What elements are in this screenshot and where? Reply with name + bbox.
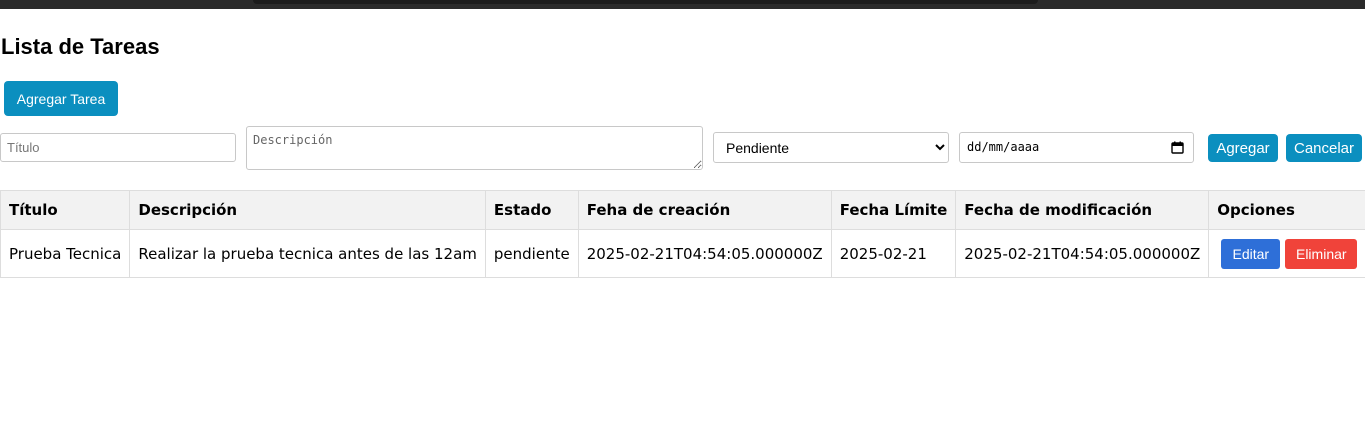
column-header-status: Estado [484,190,579,230]
table-header-row: Título Descripción Estado Feha de creaci… [0,190,1365,230]
column-header-description: Descripción [129,190,486,230]
column-header-due: Fecha Límite [830,190,957,230]
table-row: Prueba Tecnica Realizar la prueba tecnic… [0,229,1365,278]
browser-top-bar [0,0,1365,9]
tasks-table: Título Descripción Estado Feha de creaci… [0,190,1365,278]
column-header-options: Opciones [1208,190,1365,230]
cell-status: pendiente [484,229,579,278]
column-header-title: Título [0,190,131,230]
due-date-placeholder: dd/mm/aaaa [967,140,1040,154]
cell-title: Prueba Tecnica [0,229,131,278]
browser-top-bar-tab [253,0,1038,4]
cancel-button[interactable]: Cancelar [1286,134,1362,162]
cell-description: Realizar la prueba tecnica antes de las … [129,229,486,278]
cell-options: Editar Eliminar [1208,229,1365,278]
add-task-button[interactable]: Agregar Tarea [4,81,118,116]
column-header-created: Feha de creación [577,190,832,230]
edit-button[interactable]: Editar [1221,238,1281,269]
due-date-input[interactable]: dd/mm/aaaa [959,132,1194,163]
title-input[interactable] [0,133,236,162]
submit-task-button[interactable]: Agregar [1208,134,1278,162]
cell-created: 2025-02-21T04:54:05.000000Z [577,229,832,278]
cell-due: 2025-02-21 [830,229,957,278]
column-header-modified: Fecha de modificación [955,190,1210,230]
description-input[interactable] [246,126,703,170]
cell-modified: 2025-02-21T04:54:05.000000Z [955,229,1210,278]
calendar-icon[interactable] [1171,141,1184,154]
status-select[interactable]: Pendiente [713,132,949,163]
page-title: Lista de Tareas [1,34,160,59]
delete-button[interactable]: Eliminar [1285,238,1358,269]
